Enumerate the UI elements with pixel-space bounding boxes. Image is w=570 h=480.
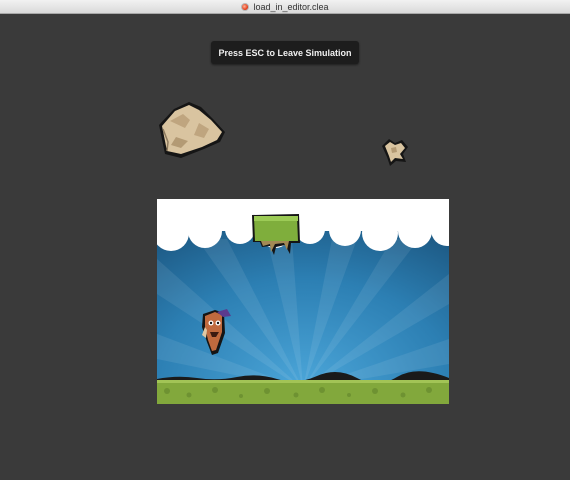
window-title: load_in_editor.clea	[253, 1, 329, 12]
window-titlebar: load_in_editor.clea	[0, 0, 570, 14]
game-scene[interactable]	[157, 199, 449, 404]
document-icon	[241, 2, 250, 11]
esc-notice-text: Press ESC to Leave Simulation	[218, 47, 352, 58]
large-rock-sprite[interactable]	[155, 98, 229, 162]
window-title-group: load_in_editor.clea	[241, 1, 329, 13]
simulation-viewport[interactable]: Press ESC to Leave Simulation	[0, 14, 570, 480]
small-rock-sprite[interactable]	[379, 137, 410, 168]
esc-notice: Press ESC to Leave Simulation	[211, 41, 359, 64]
